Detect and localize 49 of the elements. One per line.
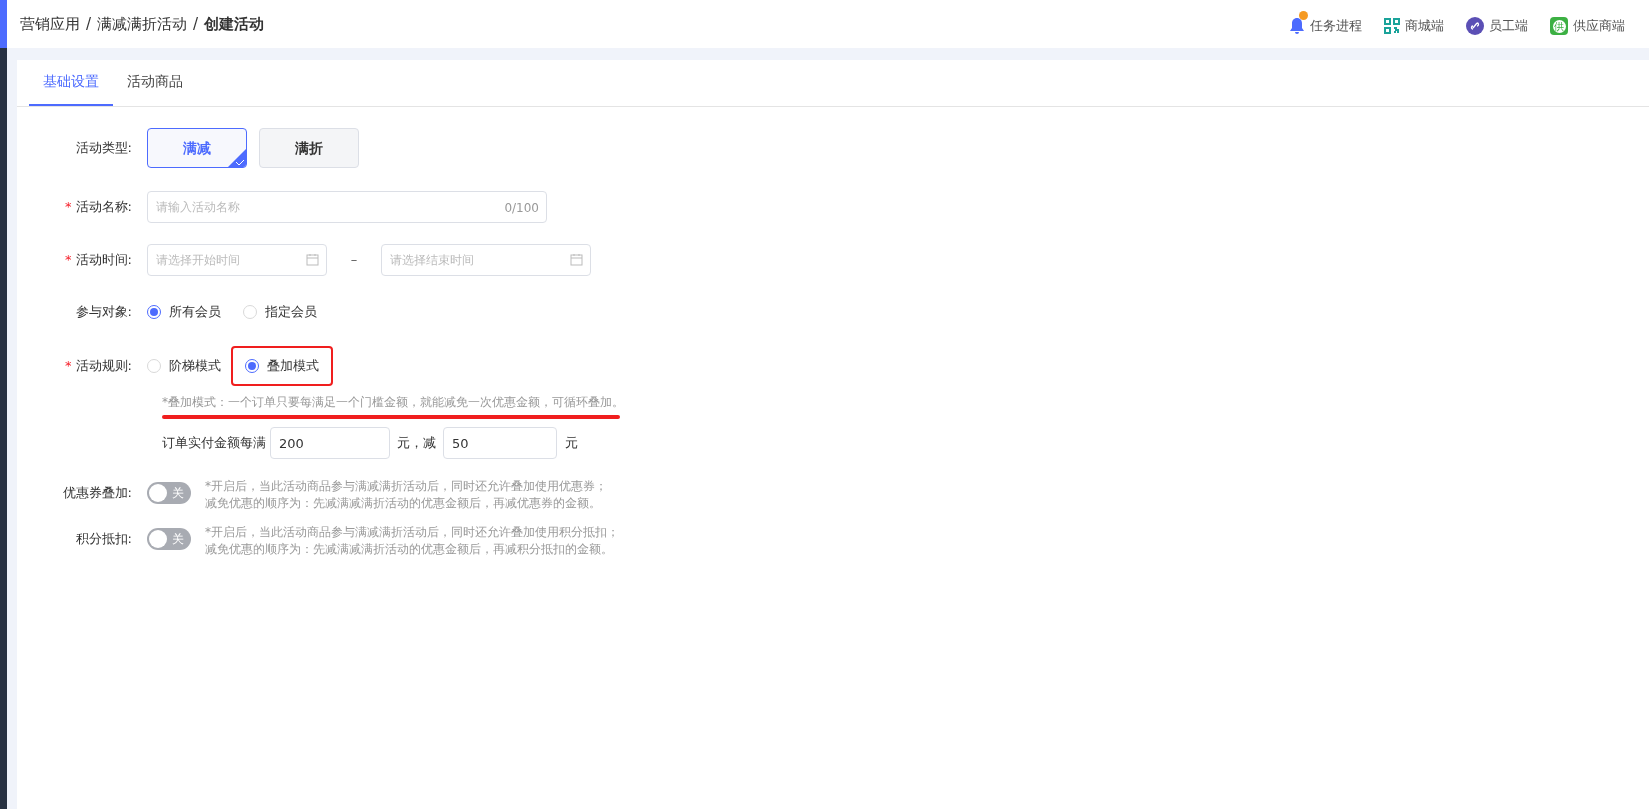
- toggle-note: 减免优惠的顺序为：先减满减满折活动的优惠金额后，再减积分抵扣的金额。: [205, 541, 614, 558]
- character-counter: 0/100: [504, 200, 539, 217]
- breadcrumb-item: 创建活动: [204, 13, 265, 35]
- tab[interactable]: 活动商品: [113, 59, 197, 106]
- field-label: 活动时间:: [75, 251, 132, 270]
- bell-icon: [1289, 17, 1305, 35]
- amount-middle: 元，减: [396, 434, 437, 453]
- type-option[interactable]: 满减: [147, 128, 247, 168]
- check-corner-icon: [228, 149, 246, 167]
- toggle-note: *开启后，当此活动商品参与满减满折活动后，同时还允许叠加使用优惠券；: [205, 478, 607, 495]
- header-link[interactable]: 商城端: [1384, 10, 1446, 38]
- required-mark: *: [65, 251, 72, 270]
- sidebar-edge-accent: [0, 0, 7, 48]
- breadcrumb-separator: /: [86, 13, 92, 35]
- amount-suffix: 元: [564, 434, 578, 453]
- required-mark: *: [65, 198, 72, 217]
- calendar-icon: [306, 253, 319, 266]
- field-label: 活动名称:: [75, 198, 132, 217]
- field-label: 积分抵扣:: [75, 530, 132, 549]
- threshold-field[interactable]: 200: [270, 427, 390, 459]
- type-option[interactable]: 满折: [259, 128, 359, 168]
- link-circle-icon: [1466, 17, 1484, 35]
- required-mark: *: [65, 357, 72, 376]
- radio-option[interactable]: 所有会员: [147, 302, 221, 322]
- header-link[interactable]: 任务进程: [1289, 10, 1364, 38]
- header-link[interactable]: 员工端: [1466, 10, 1530, 38]
- tab[interactable]: 基础设置: [29, 59, 113, 106]
- radio-option[interactable]: 阶梯模式: [147, 356, 221, 376]
- header-link[interactable]: 供 供应商端: [1550, 10, 1627, 38]
- field-label: 活动类型:: [75, 139, 132, 158]
- radio-option[interactable]: 叠加模式: [231, 346, 333, 386]
- range-separator: –: [349, 251, 359, 270]
- toggle-note: *开启后，当此活动商品参与满减满折活动后，同时还允许叠加使用积分抵扣；: [205, 524, 619, 541]
- end-date-field[interactable]: 请选择结束时间: [381, 244, 591, 276]
- field-label: 活动规则:: [75, 357, 132, 376]
- discount-field[interactable]: 50: [443, 427, 557, 459]
- amount-prefix: 订单实付金额每满: [162, 434, 266, 453]
- qr-code-icon: [1384, 18, 1400, 34]
- toggle-note: 减免优惠的顺序为：先减满减满折活动的优惠金额后，再减优惠券的金额。: [205, 495, 602, 512]
- field-label: 优惠券叠加:: [62, 484, 132, 503]
- breadcrumb-item[interactable]: 满减满折活动: [97, 12, 188, 36]
- radio-option[interactable]: 指定会员: [243, 302, 317, 322]
- start-date-field[interactable]: 请选择开始时间: [147, 244, 327, 276]
- breadcrumb-item[interactable]: 营销应用: [20, 12, 80, 36]
- supplier-icon: 供: [1550, 17, 1568, 35]
- breadcrumb-separator: /: [193, 13, 199, 35]
- rule-hint: *叠加模式：一个订单只要每满足一个门槛金额，就能减免一次优惠金额，可循环叠加。: [162, 394, 624, 411]
- calendar-icon: [570, 253, 583, 266]
- field-label: 参与对象:: [75, 303, 132, 322]
